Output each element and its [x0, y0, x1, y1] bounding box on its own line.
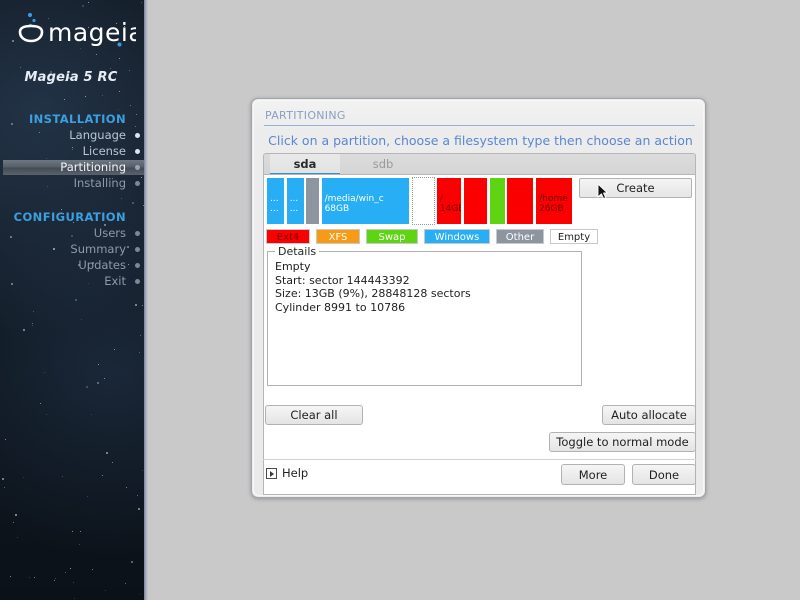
partition-segment[interactable]: ...... [266, 177, 285, 225]
partition-size-label: 68GB [324, 204, 350, 214]
partition-segment[interactable] [463, 177, 489, 225]
sidebar-item-installing[interactable]: Installing [3, 176, 148, 191]
help-label: Help [282, 466, 309, 480]
partition-size-label: 26GB [539, 204, 564, 214]
done-button[interactable]: Done [632, 464, 696, 485]
partition-segment[interactable] [411, 177, 436, 225]
step-status-dot [135, 279, 140, 284]
partition-segment[interactable] [506, 177, 535, 225]
sidebar-item-partitioning[interactable]: Partitioning [3, 160, 148, 175]
nav-section-header-configuration: CONFIGURATION [13, 210, 126, 224]
sidebar-item-label: Summary [70, 242, 126, 256]
sidebar-item-label: Language [69, 128, 126, 142]
sidebar-item-label: Installing [73, 176, 126, 190]
title-separator [264, 125, 695, 126]
sidebar-item-license[interactable]: License [3, 144, 148, 159]
sidebar-item-label: Partitioning [60, 160, 126, 174]
step-status-dot [135, 133, 140, 138]
sidebar-item-label: Updates [78, 258, 126, 272]
partition-segment[interactable] [305, 177, 320, 225]
legend-chip-xfs[interactable]: XFS [316, 229, 360, 244]
step-status-dot [135, 181, 140, 186]
dialog-title: PARTITIONING [265, 109, 346, 122]
product-version-label: Mageia 5 RC [24, 70, 118, 85]
step-status-dot [135, 165, 140, 170]
partition-mountpoint-label: /home [539, 194, 568, 204]
sidebar-item-label: License [82, 144, 126, 158]
partition-size-label: ... [270, 204, 279, 214]
tab-sda[interactable]: sda [270, 154, 340, 175]
legend-chip-other[interactable]: Other [496, 229, 544, 244]
partition-mountpoint-label: /media/win_c [324, 194, 384, 204]
installer-sidebar: mageia Mageia 5 RC INSTALLATION Language L… [0, 0, 148, 600]
partition-segment[interactable] [488, 177, 506, 225]
sidebar-item-exit[interactable]: Exit [3, 274, 148, 289]
mageia-logo-icon: mageia [18, 12, 136, 47]
partition-segment[interactable]: ...... [285, 177, 305, 225]
partition-details-text: Empty Start: sector 144443392 Size: 13GB… [275, 260, 471, 314]
sidebar-item-summary[interactable]: Summary [3, 242, 148, 257]
sidebar-item-updates[interactable]: Updates [3, 258, 148, 273]
step-status-dot [135, 149, 140, 154]
partition-segment[interactable]: /home 26GB [535, 177, 573, 225]
legend-chip-empty[interactable]: Empty [550, 229, 598, 244]
auto-allocate-button[interactable]: Auto allocate [602, 405, 696, 425]
sidebar-item-label: Users [93, 226, 126, 240]
clear-all-button[interactable]: Clear all [265, 405, 363, 425]
create-partition-button[interactable]: Create [579, 178, 692, 198]
instruction-text: Click on a partition, choose a filesyste… [268, 133, 693, 148]
partition-mountpoint-label: ... [270, 194, 279, 204]
partition-bar: ............/media/win_c 68GB/14GB/home 26… [266, 177, 573, 225]
partition-segment[interactable]: /media/win_c 68GB [320, 177, 410, 225]
sidebar-item-users[interactable]: Users [3, 226, 148, 241]
nav-section-header-installation: INSTALLATION [28, 112, 126, 126]
tab-sdb[interactable]: sdb [348, 154, 418, 175]
more-button[interactable]: More [561, 464, 625, 485]
legend-chip-swap[interactable]: Swap [366, 229, 418, 244]
details-group-label: Details [275, 245, 320, 258]
step-status-dot [135, 231, 140, 236]
partition-details-box: Details Empty Start: sector 144443392 Si… [267, 245, 582, 386]
sidebar-item-label: Exit [104, 274, 126, 288]
svg-text:mageia: mageia [48, 18, 136, 47]
partition-size-label: 14GB [439, 204, 463, 214]
partition-segment[interactable]: /14GB [435, 177, 463, 225]
dialog-inner-frame: PARTITIONING Click on a partition, choos… [253, 100, 704, 496]
mageia-logo: mageia [0, 8, 148, 64]
step-status-dot [135, 263, 140, 268]
toggle-normal-mode-button[interactable]: Toggle to normal mode [549, 432, 696, 452]
footer-separator [263, 459, 696, 460]
partitioning-dialog: PARTITIONING Click on a partition, choos… [251, 98, 706, 498]
partition-mountpoint-label: / [439, 194, 443, 204]
step-status-dot [135, 247, 140, 252]
sidebar-edge [144, 0, 148, 600]
partition-size-label: ... [289, 204, 299, 214]
disk-tab-strip: sda sdb [263, 153, 696, 176]
expander-triangle-icon [266, 468, 277, 479]
legend-chip-windows[interactable]: Windows [424, 229, 490, 244]
sidebar-item-language[interactable]: Language [3, 128, 148, 143]
legend-chip-ext4[interactable]: Ext4 [266, 229, 310, 244]
partition-mountpoint-label: ... [289, 194, 299, 204]
